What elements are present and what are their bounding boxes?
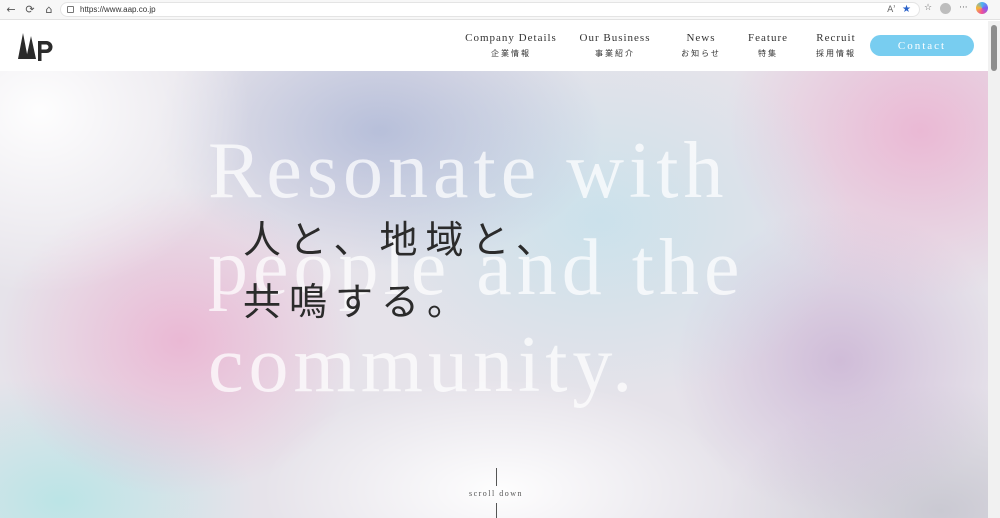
hero-english-line: community. <box>208 321 638 409</box>
main-nav: Company Details 企業情報 Our Business 事業紹介 N… <box>0 32 988 62</box>
avatar-icon[interactable] <box>940 2 952 14</box>
browser-toolbar: ← ⟳ ⌂ https://www.aap.co.jp Aʾ ★ ☆ ··· <box>0 0 1000 20</box>
nav-label-ja: お知らせ <box>681 49 721 58</box>
contact-button[interactable]: Contact <box>870 35 974 56</box>
scroll-down-label[interactable]: scroll down <box>450 489 542 498</box>
reload-icon[interactable]: ⟳ <box>22 2 38 18</box>
nav-label-ja: 特集 <box>758 49 778 58</box>
copilot-icon[interactable] <box>975 2 988 14</box>
scrollbar-thumb[interactable] <box>991 25 997 71</box>
hero-japanese-line: 共鳴する。 <box>243 282 474 324</box>
address-bar[interactable]: https://www.aap.co.jp Aʾ ★ <box>60 2 920 17</box>
nav-label-en: Recruit <box>816 32 856 44</box>
back-arrow-icon[interactable]: ← <box>3 2 19 18</box>
nav-label-en: News <box>686 32 716 44</box>
page-scrollbar[interactable] <box>988 21 1000 518</box>
nav-label-ja: 企業情報 <box>491 49 531 58</box>
nav-our-business[interactable]: Our Business 事業紹介 <box>577 32 653 59</box>
url-text: https://www.aap.co.jp <box>80 5 156 14</box>
nav-feature[interactable]: Feature 特集 <box>745 32 791 59</box>
star-icon[interactable]: ★ <box>902 4 911 15</box>
hero-section: Resonate with people and the community. … <box>0 71 988 518</box>
nav-label-en: Feature <box>748 32 788 44</box>
nav-recruit[interactable]: Recruit 採用情報 <box>812 32 860 59</box>
home-icon[interactable]: ⌂ <box>41 2 57 18</box>
nav-label-en: Company Details <box>465 32 557 44</box>
nav-label-ja: 事業紹介 <box>595 49 635 58</box>
hero-japanese-line: 人と、地域と、 <box>243 220 562 262</box>
nav-label-en: Our Business <box>579 32 651 44</box>
scroll-indicator-line <box>496 503 497 518</box>
nav-company-details[interactable]: Company Details 企業情報 <box>464 32 558 59</box>
hero-english-line: Resonate with <box>208 127 729 215</box>
lock-icon[interactable] <box>67 6 74 13</box>
more-icon[interactable]: ··· <box>959 3 968 13</box>
nav-news[interactable]: News お知らせ <box>679 32 723 59</box>
scroll-indicator-line <box>496 468 497 486</box>
read-aloud-icon[interactable]: Aʾ <box>887 5 896 15</box>
site-header: Company Details 企業情報 Our Business 事業紹介 N… <box>0 21 988 71</box>
collections-icon[interactable]: ☆ <box>924 3 932 13</box>
nav-label-ja: 採用情報 <box>816 49 856 58</box>
